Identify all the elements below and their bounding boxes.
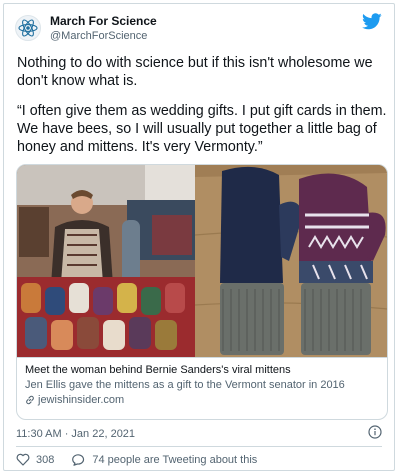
account-handle[interactable]: @MarchForScience: [50, 30, 147, 42]
speech-bubble-icon: [72, 454, 85, 466]
avatar[interactable]: [15, 15, 41, 41]
article-photo[interactable]: [17, 165, 387, 358]
account-name[interactable]: March For Science: [50, 14, 157, 28]
tweet-text: Nothing to do with science but if this i…: [17, 54, 389, 156]
divider: [16, 446, 382, 447]
link-title[interactable]: Meet the woman behind Bernie Sanders's v…: [25, 363, 381, 377]
tweet-card[interactable]: March For Science @MarchForScience Nothi…: [3, 3, 395, 471]
tweeting-about-link[interactable]: 74 people are Tweeting about this: [72, 453, 257, 466]
atom-logo-icon: [18, 19, 38, 37]
link-domain: jewishinsider.com: [38, 394, 125, 406]
link-info: Meet the woman behind Bernie Sanders's v…: [25, 363, 381, 407]
info-icon[interactable]: [368, 425, 382, 439]
heart-icon: [16, 453, 30, 466]
link-description: Jen Ellis gave the mittens as a gift to …: [25, 379, 345, 391]
tweet-quote: “I often give them as wedding gifts. I p…: [17, 103, 387, 155]
action-bar: 308 74 people are Tweeting about this: [16, 453, 257, 466]
like-count: 308: [36, 453, 55, 466]
tweet-body: Nothing to do with science but if this i…: [17, 55, 373, 89]
like-button[interactable]: 308: [16, 453, 54, 466]
twitter-bird-icon[interactable]: [362, 13, 382, 30]
link-icon: [26, 395, 34, 405]
link-preview-card[interactable]: Meet the woman behind Bernie Sanders's v…: [16, 164, 388, 420]
link-domain-row: jewishinsider.com: [25, 393, 381, 407]
tweet-timestamp[interactable]: 11:30 AM · Jan 22, 2021: [16, 428, 135, 440]
tweeting-about-text: 74 people are Tweeting about this: [92, 453, 258, 466]
